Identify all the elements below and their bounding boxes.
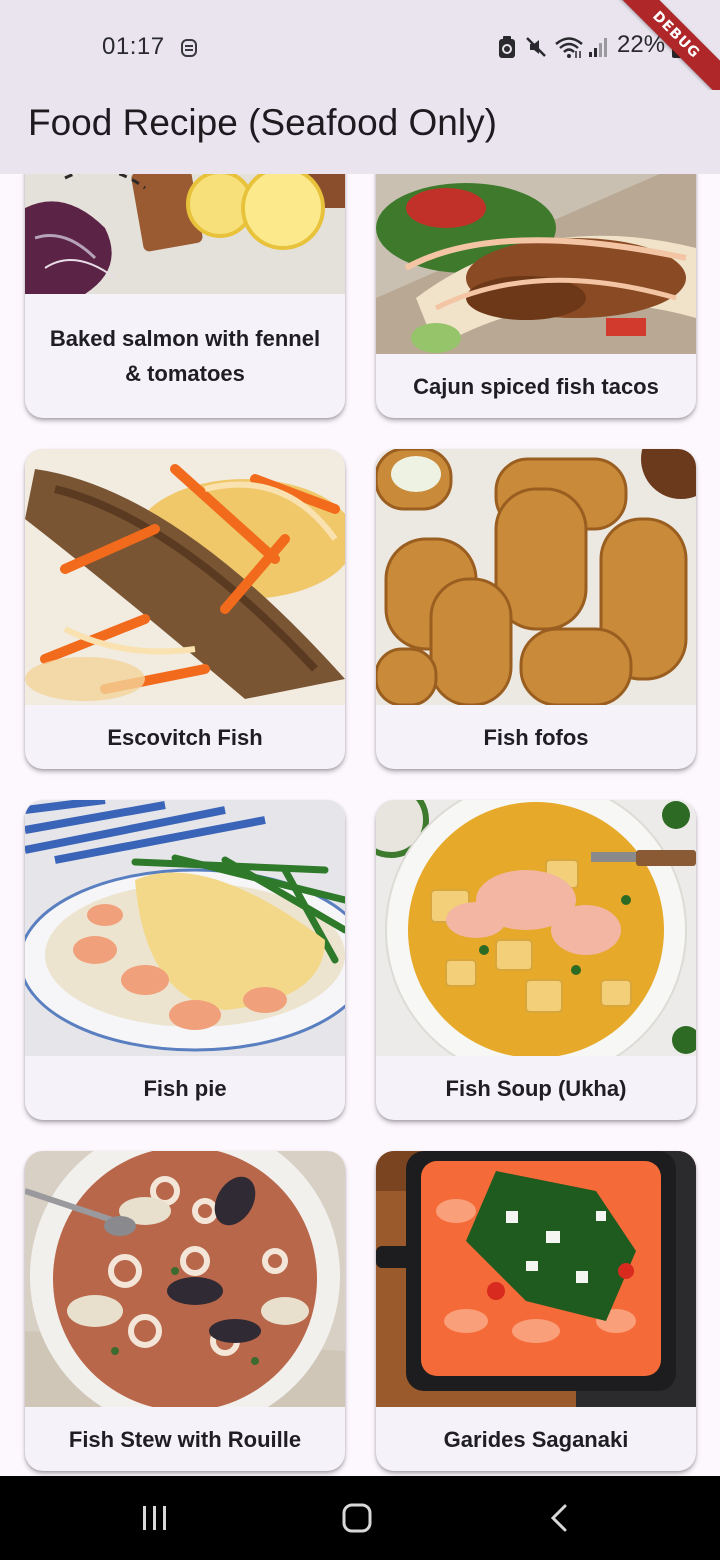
- recipe-name: Fish fofos: [483, 724, 589, 750]
- recent-apps-button[interactable]: [105, 1476, 205, 1560]
- sync-icon: [181, 39, 197, 57]
- recipe-grid-viewport[interactable]: Baked salmon with fennel & tomatoes Caju…: [0, 174, 720, 1476]
- recipe-card-escovitch-fish[interactable]: Escovitch Fish: [25, 449, 345, 769]
- recipe-card-fish-pie[interactable]: Fish pie: [25, 800, 345, 1120]
- home-button[interactable]: [306, 1476, 406, 1560]
- page-title: Food Recipe (Seafood Only): [28, 102, 497, 143]
- fish-soup-photo: [376, 800, 696, 1056]
- recipe-name: Fish pie: [143, 1075, 227, 1101]
- garides-saganaki-photo: [376, 1151, 696, 1407]
- back-button[interactable]: [508, 1476, 608, 1560]
- recipe-name: Garides Saganaki: [443, 1426, 629, 1452]
- baked-salmon-photo: [25, 174, 345, 294]
- fish-stew-photo: [25, 1151, 345, 1407]
- wifi-icon: [555, 37, 583, 58]
- status-time: 01:17: [102, 33, 165, 60]
- recipe-card-fish-tacos[interactable]: Cajun spiced fish tacos: [376, 174, 696, 418]
- mute-icon: [526, 37, 546, 57]
- recipe-card-fish-soup[interactable]: Fish Soup (Ukha): [376, 800, 696, 1120]
- recent-apps-icon: [143, 1506, 166, 1530]
- fish-pie-photo: [25, 800, 345, 1056]
- back-icon: [550, 1504, 567, 1532]
- recipe-name: Fish Soup (Ukha): [445, 1075, 627, 1101]
- escovitch-fish-photo: [25, 449, 345, 705]
- app-bar: Food Recipe (Seafood Only): [0, 90, 720, 174]
- recipe-card-fish-stew[interactable]: Fish Stew with Rouille: [25, 1151, 345, 1471]
- status-bar: 01:17 22%: [0, 0, 720, 90]
- fish-fofos-photo: [376, 449, 696, 705]
- fish-tacos-photo: [376, 174, 696, 354]
- battery-saver-icon: [499, 36, 515, 58]
- recipe-grid: Baked salmon with fennel & tomatoes Caju…: [0, 174, 720, 1471]
- recipe-name: Fish Stew with Rouille: [68, 1426, 302, 1452]
- recipe-name: Escovitch Fish: [107, 724, 263, 750]
- recipe-card-garides-saganaki[interactable]: Garides Saganaki: [376, 1151, 696, 1471]
- signal-icon: [589, 38, 607, 57]
- recipe-name: Cajun spiced fish tacos: [413, 373, 659, 399]
- home-icon: [342, 1503, 372, 1533]
- system-nav-bar: [0, 1476, 720, 1560]
- recipe-name: Baked salmon with fennel & tomatoes: [49, 326, 321, 386]
- recipe-card-fish-fofos[interactable]: Fish fofos: [376, 449, 696, 769]
- recipe-card-baked-salmon[interactable]: Baked salmon with fennel & tomatoes: [25, 174, 345, 418]
